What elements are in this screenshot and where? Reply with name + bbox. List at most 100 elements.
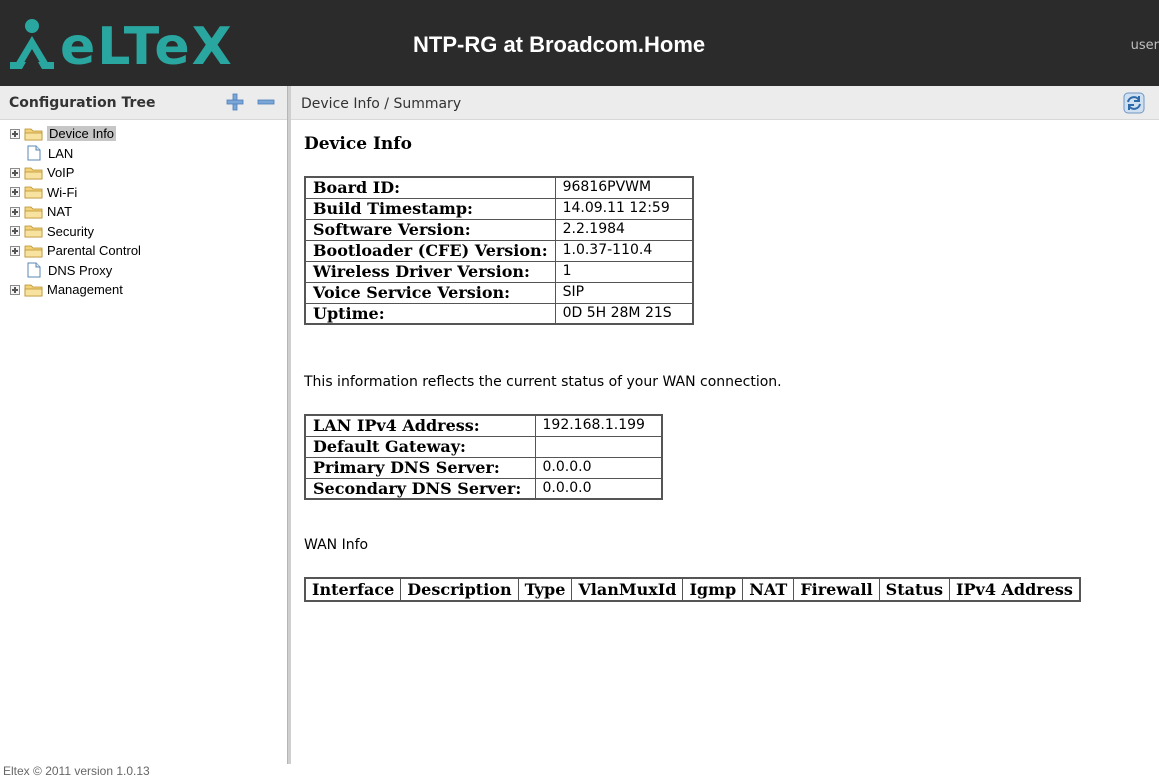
logo-wordmark: eLTeX	[60, 17, 234, 74]
column-header: Type	[517, 577, 573, 602]
tree-item-label: NAT	[47, 204, 73, 220]
row-key: Board ID:	[304, 176, 556, 199]
tree-item-lan[interactable]: LAN	[10, 144, 141, 164]
tree-item-parental-control[interactable]: Parental Control	[10, 241, 141, 261]
tree-item-nat[interactable]: NAT	[10, 202, 141, 222]
footer: Eltex © 2011 version 1.0.13	[0, 764, 1159, 778]
table-row: Voice Service Version: SIP	[304, 281, 694, 304]
row-key: Secondary DNS Server:	[304, 477, 536, 500]
tree-item-label: Parental Control	[47, 243, 141, 259]
page-icon	[27, 262, 41, 278]
main-content: Device Info / Summary Device Info Board …	[291, 86, 1159, 764]
tree-item-label: Device Info	[47, 126, 117, 142]
config-tree: Device Info LAN VoIP Wi-Fi NAT Security …	[10, 124, 141, 300]
expand-toggle-icon[interactable]	[10, 128, 20, 139]
folder-icon	[24, 245, 43, 258]
column-header: NAT	[742, 577, 795, 602]
row-value: 0.0.0.0	[534, 456, 663, 479]
tree-item-label: LAN	[48, 145, 74, 161]
row-value: 96816PVWM	[554, 176, 694, 199]
wan-status-description: This information reflects the current st…	[304, 374, 782, 390]
table-row: LAN IPv4 Address: 192.168.1.199	[304, 414, 663, 437]
expand-toggle-icon[interactable]	[10, 167, 20, 178]
page-title-header: NTP-RG at Broadcom.Home	[413, 32, 706, 57]
tree-item-label: VoIP	[47, 165, 75, 181]
row-value: 1.0.37-110.4	[554, 239, 694, 262]
expand-toggle-icon[interactable]	[10, 226, 20, 237]
tree-item-wi-fi[interactable]: Wi-Fi	[10, 183, 141, 203]
column-header: Igmp	[682, 577, 744, 602]
tree-item-device-info[interactable]: Device Info	[10, 124, 141, 144]
folder-icon	[24, 128, 43, 141]
eltex-logo: eLTeX	[10, 17, 234, 74]
table-row: Secondary DNS Server: 0.0.0.0	[304, 477, 663, 500]
minus-icon[interactable]	[256, 92, 276, 112]
row-value: 2.2.1984	[554, 218, 694, 241]
device-info-table: Board ID: 96816PVWM Build Timestamp: 14.…	[304, 176, 695, 325]
wan-info-table: Interface Description Type VlanMuxId Igm…	[304, 577, 1081, 602]
row-value: 0D 5H 28M 21S	[554, 302, 694, 325]
config-tree-panel: Configuration Tree Device Info LAN VoIP …	[0, 86, 287, 764]
row-value	[534, 435, 663, 458]
refresh-icon[interactable]	[1123, 92, 1145, 114]
table-row: Software Version: 2.2.1984	[304, 218, 694, 241]
section-title: Device Info	[304, 134, 412, 154]
row-value: SIP	[554, 281, 694, 304]
user-label[interactable]: user	[1131, 38, 1159, 53]
row-value: 192.168.1.199	[534, 414, 663, 437]
row-key: Primary DNS Server:	[304, 456, 536, 479]
tree-item-label: Wi-Fi	[47, 184, 78, 200]
row-key: Build Timestamp:	[304, 197, 556, 220]
page-icon	[27, 145, 41, 161]
app-header: eLTeX NTP-RG at Broadcom.Home user	[0, 0, 1159, 86]
footer-copyright: Eltex © 2011 version 1.0.13	[3, 764, 150, 778]
table-row: Uptime: 0D 5H 28M 21S	[304, 302, 694, 325]
expand-toggle-icon[interactable]	[10, 245, 20, 256]
folder-icon	[24, 206, 43, 219]
plus-icon[interactable]	[225, 92, 245, 112]
folder-icon	[24, 284, 43, 297]
folder-icon	[24, 186, 43, 199]
table-row: Default Gateway:	[304, 435, 663, 458]
row-key: Software Version:	[304, 218, 556, 241]
column-header: Status	[878, 577, 951, 602]
column-header: Description	[400, 577, 519, 602]
row-key: Voice Service Version:	[304, 281, 556, 304]
table-header-row: Interface Description Type VlanMuxId Igm…	[304, 577, 1081, 602]
column-header: Interface	[304, 577, 402, 602]
row-value: 14.09.11 12:59	[554, 197, 694, 220]
config-tree-header: Configuration Tree	[0, 86, 287, 120]
expand-toggle-icon[interactable]	[10, 206, 20, 217]
tree-item-dns-proxy[interactable]: DNS Proxy	[10, 261, 141, 281]
column-header: Firewall	[793, 577, 880, 602]
content-header: Device Info / Summary	[291, 86, 1159, 120]
row-key: Uptime:	[304, 302, 556, 325]
wan-info-title: WAN Info	[304, 537, 369, 553]
column-header: IPv4 Address	[948, 577, 1081, 602]
column-header: VlanMuxId	[571, 577, 684, 602]
folder-icon	[24, 167, 43, 180]
tree-item-label: DNS Proxy	[48, 262, 113, 278]
tree-item-management[interactable]: Management	[10, 280, 141, 300]
expand-toggle-icon[interactable]	[10, 187, 20, 198]
table-row: Wireless Driver Version: 1	[304, 260, 694, 283]
row-value: 1	[554, 260, 694, 283]
tree-item-label: Security	[47, 223, 94, 239]
tree-item-security[interactable]: Security	[10, 222, 141, 242]
table-row: Primary DNS Server: 0.0.0.0	[304, 456, 663, 479]
expand-toggle-icon[interactable]	[10, 284, 20, 295]
row-key: LAN IPv4 Address:	[304, 414, 536, 437]
folder-icon	[24, 225, 43, 238]
lan-info-table: LAN IPv4 Address: 192.168.1.199 Default …	[304, 414, 663, 500]
tree-item-label: Management	[47, 282, 123, 298]
table-row: Bootloader (CFE) Version: 1.0.37-110.4	[304, 239, 694, 262]
row-key: Bootloader (CFE) Version:	[304, 239, 556, 262]
row-key: Default Gateway:	[304, 435, 536, 458]
config-tree-title: Configuration Tree	[9, 95, 156, 111]
table-row: Board ID: 96816PVWM	[304, 176, 694, 199]
tree-item-voip[interactable]: VoIP	[10, 163, 141, 183]
table-row: Build Timestamp: 14.09.11 12:59	[304, 197, 694, 220]
row-key: Wireless Driver Version:	[304, 260, 556, 283]
breadcrumb: Device Info / Summary	[301, 96, 462, 112]
row-value: 0.0.0.0	[534, 477, 663, 500]
